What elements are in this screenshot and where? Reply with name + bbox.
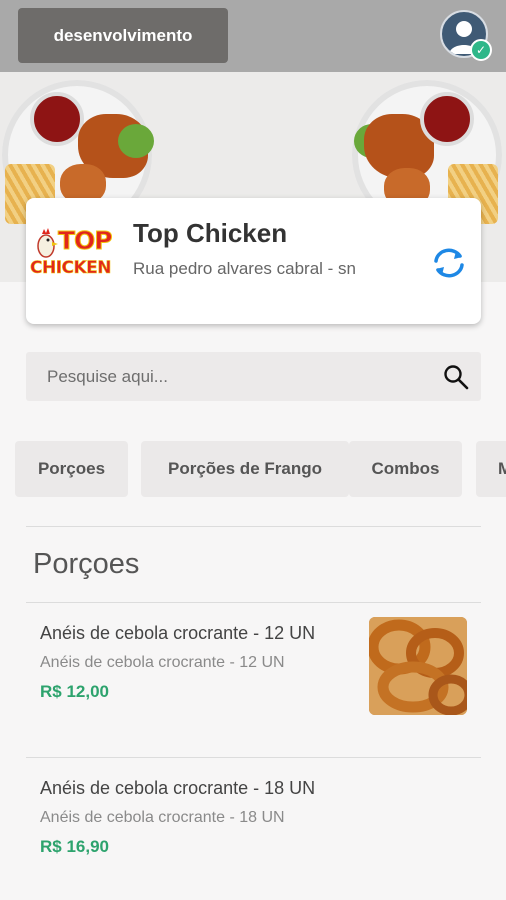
- product-name: Anéis de cebola crocrante - 18 UN: [40, 778, 316, 798]
- category-chip-porcoes-de-frango[interactable]: Porções de Frango: [141, 441, 349, 497]
- product-description: Anéis de cebola crocrante - 12 UN: [40, 654, 285, 671]
- category-chip-partial[interactable]: M: [476, 441, 506, 497]
- section-title: Porçoes: [33, 548, 140, 580]
- product-item[interactable]: Anéis de cebola crocrante - 18 UN Anéis …: [40, 778, 315, 857]
- store-logo: TOP CHICKEN: [30, 226, 114, 286]
- divider: [26, 602, 481, 603]
- search-input[interactable]: [26, 352, 426, 401]
- shop-address: Rua pedro alvares cabral - sn: [133, 259, 357, 278]
- shop-info-card: TOP CHICKEN Top Chicken Rua pedro alvare…: [26, 198, 481, 324]
- ketchup-bowl-image: [30, 92, 84, 146]
- category-chip-porcoes[interactable]: Porçoes: [15, 441, 128, 497]
- lettuce-image: [118, 124, 154, 158]
- refresh-icon[interactable]: [430, 246, 468, 280]
- category-chip-combos[interactable]: Combos: [349, 441, 462, 497]
- product-price: R$ 12,00: [40, 682, 109, 701]
- search-icon[interactable]: [443, 364, 469, 390]
- environment-button[interactable]: desenvolvimento: [18, 8, 228, 63]
- product-description: Anéis de cebola crocrante - 18 UN: [40, 809, 285, 826]
- divider: [26, 526, 481, 527]
- check-icon: ✓: [470, 39, 492, 61]
- product-item[interactable]: Anéis de cebola crocrante - 12 UN Anéis …: [40, 623, 315, 702]
- product-price: R$ 16,90: [40, 837, 109, 856]
- rooster-mascot-icon: [37, 228, 58, 258]
- onion-rings-image[interactable]: [369, 617, 467, 715]
- environment-label: desenvolvimento: [53, 25, 193, 45]
- logo-text-bottom: CHICKEN: [30, 258, 112, 279]
- logo-text-top: TOP: [58, 226, 114, 256]
- divider: [26, 757, 481, 758]
- search-bar: [26, 352, 481, 401]
- product-name: Anéis de cebola crocrante - 12 UN: [40, 623, 316, 643]
- ketchup-bowl-image: [420, 92, 474, 146]
- shop-name: Top Chicken: [133, 218, 288, 248]
- top-bar: desenvolvimento: [0, 0, 506, 72]
- category-tabs: Porçoes Porções de Frango Combos M: [15, 441, 506, 497]
